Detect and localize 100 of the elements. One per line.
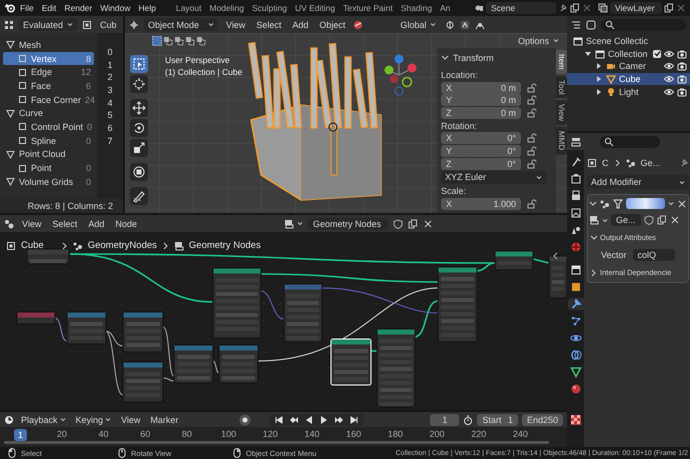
select-new-icon[interactable] [152, 36, 162, 46]
pin-icon[interactable] [679, 158, 689, 168]
outliner-item[interactable]: Scene Collectic [567, 35, 690, 48]
filter-icon[interactable] [613, 198, 623, 208]
menu-item[interactable]: View [19, 218, 44, 230]
lock-icon[interactable] [527, 108, 537, 118]
next-keyframe-icon[interactable] [334, 414, 344, 424]
node-card[interactable] [66, 312, 106, 344]
start-frame-field[interactable]: Start 1 [477, 414, 518, 426]
layers-icon[interactable] [598, 3, 608, 13]
number-field[interactable]: X 1.000 [441, 198, 521, 210]
search-field[interactable] [600, 136, 660, 148]
editor-type-icon[interactable] [129, 20, 139, 30]
copy-icon[interactable] [408, 218, 418, 228]
node-card[interactable] [26, 248, 70, 264]
eye-icon[interactable] [664, 86, 674, 97]
node-group-field[interactable]: Geometry Nodes [308, 218, 388, 230]
pin-icon[interactable] [558, 3, 568, 13]
menu-item[interactable]: Window [96, 3, 134, 13]
workspace-tab[interactable]: An [436, 2, 454, 14]
editor-type-icon[interactable] [4, 218, 14, 228]
workspace-tab[interactable]: Modeling [206, 2, 248, 14]
shield-icon[interactable] [644, 215, 654, 225]
mode-dropdown[interactable]: Object Mode [144, 18, 218, 31]
editor-type-icon[interactable] [571, 136, 581, 146]
expand-arrow-right-icon[interactable] [595, 88, 603, 96]
play-reverse-icon[interactable] [304, 414, 314, 424]
logo-icon[interactable] [4, 2, 16, 14]
camera-toggle-icon[interactable] [677, 86, 687, 97]
list-item[interactable]: Vertex 8 [3, 52, 94, 66]
lock-icon[interactable] [527, 82, 537, 93]
previous-keyframe-icon[interactable] [289, 414, 300, 424]
menu-dropdown[interactable]: Playback [18, 414, 69, 424]
list-item[interactable]: Spline 0 [3, 134, 94, 148]
menu-item[interactable]: Add [85, 218, 108, 230]
list-item[interactable]: Face Corner 24 [3, 92, 94, 106]
node-card[interactable] [284, 284, 322, 342]
workspace-tab[interactable]: Sculpting [248, 2, 291, 14]
expand-arrow-right-icon[interactable] [595, 62, 603, 70]
expand-arrow-down-icon[interactable] [584, 50, 592, 58]
copy-icon[interactable] [657, 215, 667, 225]
workspace-tab[interactable]: UV Editing [290, 2, 340, 14]
menu-dropdown[interactable]: Marker [147, 414, 182, 424]
breadcrumb-item[interactable]: Cube [21, 240, 44, 251]
menu-item[interactable]: Add [289, 18, 312, 30]
list-item[interactable]: Point 0 [3, 161, 94, 175]
play-icon[interactable] [319, 414, 330, 424]
tool-button[interactable] [130, 187, 148, 205]
list-item[interactable]: Curve [3, 106, 94, 120]
node-card[interactable] [548, 256, 567, 298]
outliner-item[interactable]: Light [567, 85, 690, 98]
list-item[interactable]: Mesh [3, 38, 94, 52]
filter-icon[interactable] [586, 20, 596, 30]
camera-toggle-icon[interactable] [677, 74, 687, 84]
breadcrumb-item[interactable]: Geometry Nodes [188, 240, 261, 251]
checkbox[interactable] [653, 50, 661, 58]
chevron-down-icon[interactable] [441, 54, 449, 62]
node-card[interactable] [438, 266, 478, 342]
node-group-field[interactable]: Ge... [611, 214, 641, 226]
add-modifier-dropdown[interactable]: Add Modifier [587, 175, 689, 189]
lock-icon[interactable] [527, 146, 537, 156]
sidebar-tab[interactable]: MMD [556, 127, 567, 155]
editor-type-icon[interactable] [4, 20, 14, 30]
breadcrumb-item[interactable]: GeometryNodes [88, 240, 157, 251]
sidebar-tab[interactable]: Tool [556, 76, 567, 98]
object-field[interactable]: Cub [97, 18, 120, 30]
tool-button[interactable] [130, 75, 148, 93]
node-card[interactable] [174, 344, 214, 384]
scrollbar[interactable] [4, 441, 549, 444]
rotation-mode-dropdown[interactable]: XYZ Euler [441, 171, 546, 184]
list-item[interactable]: Volume Grids 0 [3, 174, 94, 189]
list-item[interactable]: Control Point 0 [3, 120, 94, 134]
menu-item[interactable]: View [223, 18, 248, 30]
outliner-item[interactable]: Camer [567, 60, 690, 73]
tool-button[interactable] [130, 139, 148, 157]
list-item[interactable]: Point Cloud [3, 148, 94, 162]
editor-type-icon[interactable] [4, 414, 14, 424]
options-dropdown[interactable]: Options [514, 34, 563, 47]
snap-icon[interactable] [460, 20, 470, 30]
menu-item[interactable]: Select [49, 218, 80, 230]
copy-icon[interactable] [664, 3, 674, 13]
node-card[interactable] [218, 344, 258, 384]
number-field[interactable]: X 0 m [441, 82, 521, 94]
menu-dropdown[interactable]: Keying [72, 414, 114, 424]
camera-toggle-icon[interactable] [677, 61, 687, 72]
attribute-field[interactable]: colQ [632, 249, 675, 261]
menu-item[interactable]: Node [112, 218, 140, 230]
chevron-down-icon[interactable] [589, 200, 597, 208]
number-field[interactable]: X 0° [441, 132, 521, 144]
jump-start-icon[interactable] [274, 414, 284, 424]
breadcrumb-item[interactable]: C [602, 158, 608, 168]
tool-button[interactable] [130, 55, 148, 73]
properties-tab[interactable] [568, 298, 584, 310]
scene-field[interactable]: Scene [486, 2, 556, 14]
frame-field[interactable]: 1 [430, 414, 460, 426]
properties-tab[interactable] [568, 332, 584, 344]
menu-item[interactable]: Object [316, 18, 348, 30]
number-field[interactable]: Y 0° [441, 145, 521, 157]
menu-item[interactable]: Select [253, 18, 284, 30]
node-card[interactable] [376, 328, 416, 408]
